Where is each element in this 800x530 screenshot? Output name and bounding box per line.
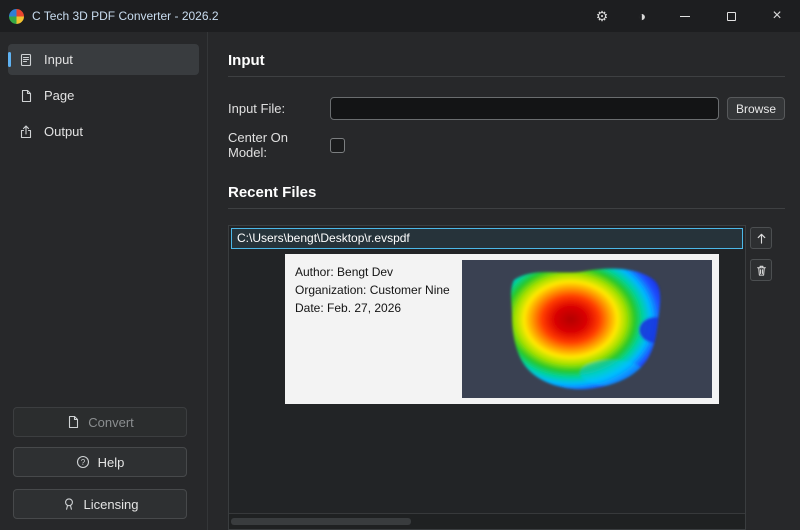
model-preview-image xyxy=(462,260,712,398)
recent-files-section-title: Recent Files xyxy=(228,184,317,201)
licensing-button[interactable]: Licensing xyxy=(13,489,187,519)
input-file-field[interactable] xyxy=(330,97,719,120)
up-arrow-icon xyxy=(755,232,768,245)
license-badge-icon xyxy=(62,497,76,511)
app-logo-icon xyxy=(9,8,24,24)
divider xyxy=(228,76,785,77)
preview-card: Author: Bengt Dev Organization: Customer… xyxy=(285,254,719,404)
trash-icon xyxy=(755,264,768,277)
contrast-icon: ◑ xyxy=(637,8,647,24)
page-icon xyxy=(19,89,33,103)
browse-label: Browse xyxy=(735,101,776,116)
sidebar-item-page[interactable]: Page xyxy=(8,80,199,111)
horizontal-scrollbar[interactable] xyxy=(229,513,745,529)
recent-files-list[interactable]: C:\Users\bengt\Desktop\r.evspdf Author: … xyxy=(228,225,746,530)
sidebar-item-input[interactable]: Input xyxy=(8,44,199,75)
gear-icon: ⚙ xyxy=(595,7,609,24)
app-window: C Tech 3D PDF Converter - 2026.2 ⚙ ◑ × I… xyxy=(0,0,800,530)
minimize-icon xyxy=(680,15,690,17)
delete-button[interactable] xyxy=(750,259,772,281)
help-button[interactable]: ? Help xyxy=(13,447,187,477)
sidebar-item-label: Page xyxy=(44,88,75,103)
titlebar-controls: ⚙ ◑ × xyxy=(582,0,800,32)
help-icon: ? xyxy=(76,455,90,469)
sidebar: Input Page Output Convert ? Help Licensi… xyxy=(0,32,208,530)
browse-button[interactable]: Browse xyxy=(727,97,785,120)
recent-file-path: C:\Users\bengt\Desktop\r.evspdf xyxy=(237,231,410,245)
sidebar-item-output[interactable]: Output xyxy=(8,116,199,147)
form-icon xyxy=(19,53,33,67)
theme-toggle-button[interactable]: ◑ xyxy=(622,0,662,32)
maximize-button[interactable] xyxy=(708,0,754,32)
sidebar-item-label: Output xyxy=(44,124,84,139)
convert-document-icon xyxy=(66,415,80,429)
convert-button[interactable]: Convert xyxy=(13,407,187,437)
sidebar-item-label: Input xyxy=(44,52,73,67)
help-label: Help xyxy=(97,454,125,470)
close-icon: × xyxy=(772,7,782,24)
titlebar: C Tech 3D PDF Converter - 2026.2 ⚙ ◑ × xyxy=(0,0,800,32)
close-button[interactable]: × xyxy=(754,0,800,32)
settings-button[interactable]: ⚙ xyxy=(582,0,622,32)
center-on-model-label: Center On Model: xyxy=(228,130,288,160)
export-icon xyxy=(19,124,33,139)
center-on-model-checkbox[interactable] xyxy=(330,137,345,153)
scrollbar-thumb[interactable] xyxy=(231,518,411,525)
licensing-label: Licensing xyxy=(83,496,139,512)
maximize-icon xyxy=(726,11,736,21)
list-toolbar xyxy=(746,225,785,530)
convert-label: Convert xyxy=(88,414,134,430)
move-up-button[interactable] xyxy=(750,227,772,249)
recent-files-area: C:\Users\bengt\Desktop\r.evspdf Author: … xyxy=(228,225,785,530)
input-file-row: Input File: Browse xyxy=(228,97,785,120)
input-file-label: Input File: xyxy=(228,101,286,116)
recent-file-row[interactable]: C:\Users\bengt\Desktop\r.evspdf xyxy=(231,228,743,249)
center-on-model-row: Center On Model: xyxy=(228,130,785,160)
minimize-button[interactable] xyxy=(662,0,708,32)
main-content: Input Input File: Browse Center On Model… xyxy=(209,32,800,530)
svg-text:?: ? xyxy=(80,458,85,467)
input-section-title: Input xyxy=(228,52,265,69)
window-title: C Tech 3D PDF Converter - 2026.2 xyxy=(32,9,219,23)
divider xyxy=(228,208,785,209)
